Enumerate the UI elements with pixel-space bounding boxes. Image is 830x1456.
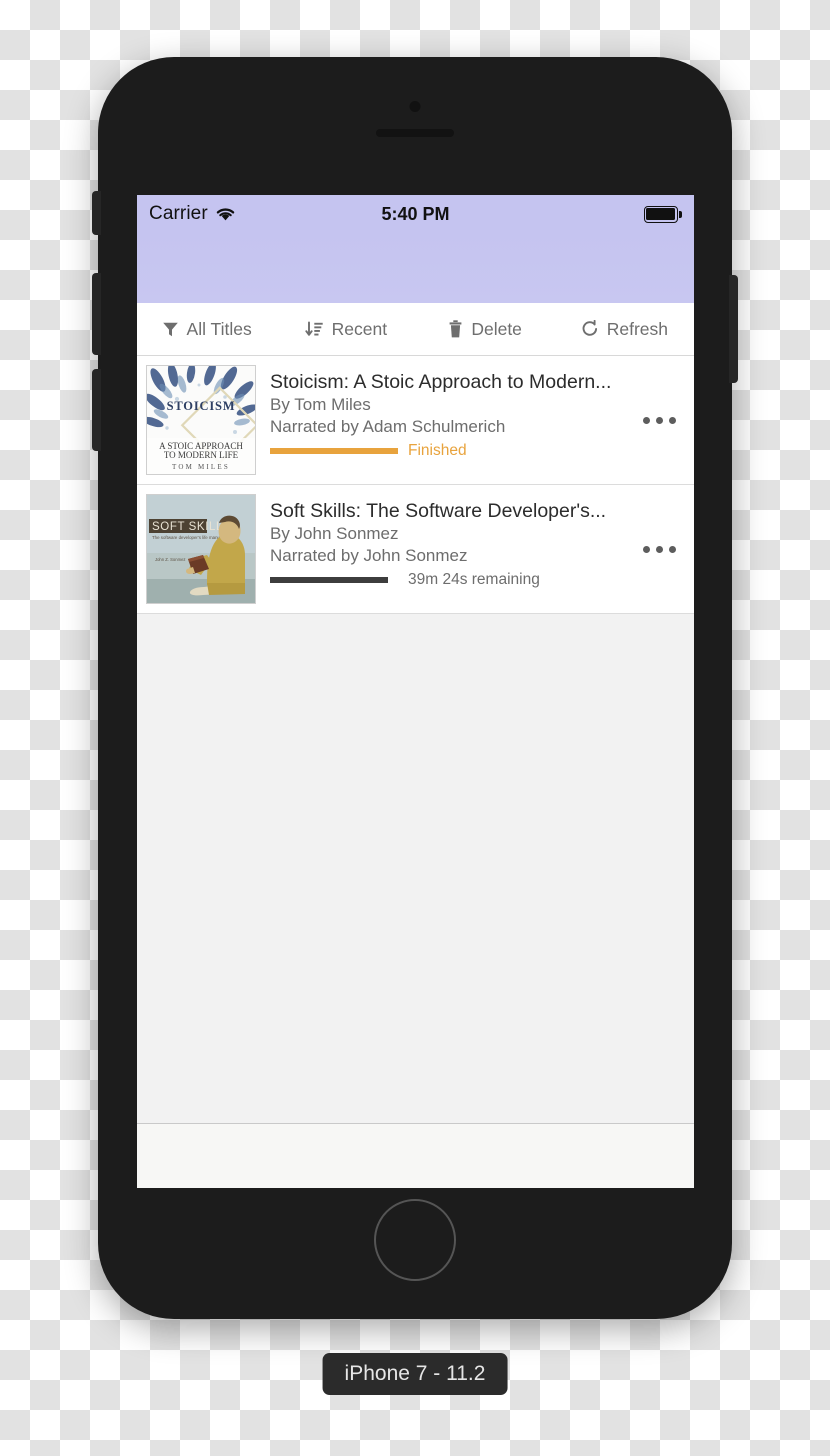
svg-text:John Z. Sonmez: John Z. Sonmez (155, 557, 186, 562)
book-title: Soft Skills: The Software Developer's... (270, 500, 607, 522)
progress-track (270, 447, 398, 454)
audiobook-list: STOICISM A STOIC APPROACH TO MODERN LIFE… (137, 356, 694, 614)
device-screen: Carrier 5:40 PM All Titles Recent Delete… (137, 195, 694, 1188)
front-camera-icon (409, 101, 421, 112)
battery-full-icon (643, 205, 682, 223)
svg-text:STOICISM: STOICISM (167, 399, 236, 413)
progress-track (270, 576, 398, 583)
toolbar-label-all-titles: All Titles (186, 318, 252, 339)
more-horizontal-icon[interactable] (638, 545, 684, 553)
svg-text:The software developer's life: The software developer's life manual (152, 535, 223, 540)
earpiece-speaker (376, 129, 454, 137)
more-horizontal-icon[interactable] (638, 416, 684, 424)
simulator-device-label: iPhone 7 - 11.2 (322, 1353, 508, 1395)
empty-list-area (137, 614, 694, 1123)
status-bar-left: Carrier (149, 203, 236, 225)
bottom-bar (137, 1123, 694, 1188)
toolbar-label-refresh: Refresh (606, 318, 669, 339)
home-button[interactable] (374, 1199, 456, 1281)
library-toolbar: All Titles Recent Delete Refresh (137, 303, 694, 356)
list-item[interactable]: SOFT SKILLS The software developer's lif… (137, 485, 694, 614)
book-progress: 39m 24s remaining (270, 571, 638, 589)
book-info: Soft Skills: The Software Developer's...… (256, 494, 638, 589)
volume-down-button[interactable] (92, 369, 101, 451)
progress-label: Finished (408, 441, 467, 459)
trash-icon (448, 320, 463, 338)
book-narrator: Narrated by Adam Schulmerich (270, 417, 506, 437)
book-author: By John Sonmez (270, 524, 399, 544)
toolbar-item-all-titles[interactable]: All Titles (137, 303, 276, 355)
status-bar: Carrier 5:40 PM (137, 195, 694, 233)
book-author: By Tom Miles (270, 395, 371, 415)
toolbar-label-delete: Delete (471, 318, 522, 339)
svg-text:TOM MILES: TOM MILES (172, 463, 230, 471)
book-narrator: Narrated by John Sonmez (270, 546, 468, 566)
refresh-icon (581, 320, 599, 338)
iphone-device-frame: Carrier 5:40 PM All Titles Recent Delete… (92, 57, 738, 1319)
book-info: Stoicism: A Stoic Approach to Modern... … (256, 365, 638, 460)
toolbar-item-recent[interactable]: Recent (276, 303, 415, 355)
sort-descending-icon (304, 321, 324, 338)
navigation-bar (137, 233, 694, 303)
screenshot-stage: Carrier 5:40 PM All Titles Recent Delete… (0, 0, 830, 1456)
progress-label: 39m 24s remaining (408, 570, 540, 588)
wifi-icon (215, 206, 236, 222)
progress-fill (270, 576, 388, 583)
carrier-label: Carrier (149, 203, 208, 224)
power-button[interactable] (729, 275, 738, 383)
svg-text:TO MODERN LIFE: TO MODERN LIFE (164, 450, 239, 460)
silent-switch-button[interactable] (92, 191, 101, 235)
list-item[interactable]: STOICISM A STOIC APPROACH TO MODERN LIFE… (137, 356, 694, 485)
volume-up-button[interactable] (92, 273, 101, 355)
toolbar-label-recent: Recent (331, 318, 388, 339)
book-progress: Finished (270, 442, 638, 460)
book-title: Stoicism: A Stoic Approach to Modern... (270, 371, 612, 393)
toolbar-item-delete[interactable]: Delete (416, 303, 555, 355)
soft-skills-cover: SOFT SKILLS The software developer's lif… (146, 494, 256, 604)
progress-fill (270, 447, 398, 454)
toolbar-item-refresh[interactable]: Refresh (555, 303, 694, 355)
filter-funnel-icon (162, 321, 179, 338)
stoicism-cover: STOICISM A STOIC APPROACH TO MODERN LIFE… (146, 365, 256, 475)
